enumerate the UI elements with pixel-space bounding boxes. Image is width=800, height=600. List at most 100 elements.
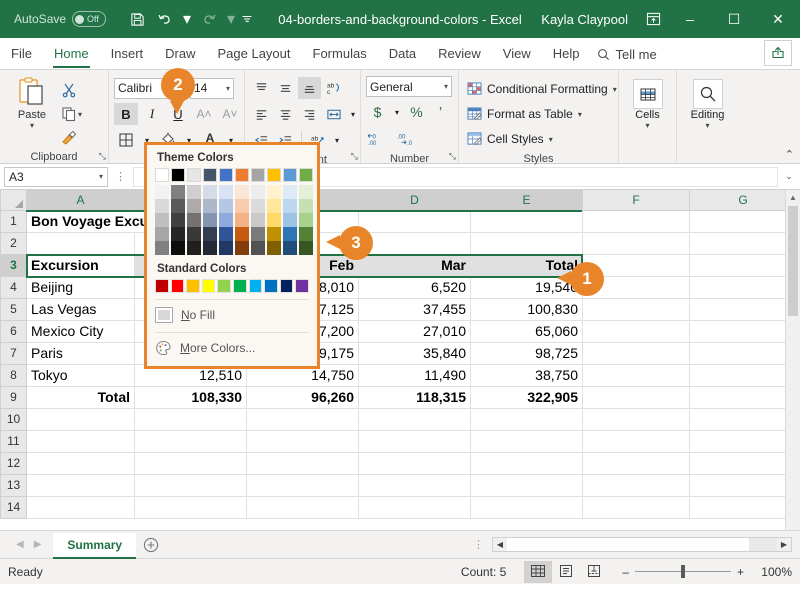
row-header-5[interactable]: 5: [1, 298, 27, 320]
increase-decimal-icon[interactable]: 0.00: [366, 128, 394, 150]
theme-color-swatch-6-6[interactable]: [235, 241, 249, 255]
cell-d12[interactable]: [359, 452, 471, 474]
page-layout-view-icon[interactable]: [552, 561, 580, 583]
wrap-text-dropdown-icon[interactable]: ▾: [330, 129, 344, 151]
align-right-icon[interactable]: [298, 103, 321, 125]
cell-d8[interactable]: 11,490: [359, 364, 471, 386]
row-header-4[interactable]: 4: [1, 276, 27, 298]
theme-color-swatch-7-5[interactable]: [251, 227, 265, 241]
theme-color-swatch-8-4[interactable]: [267, 213, 281, 227]
cell-g11[interactable]: [690, 430, 797, 452]
more-colors-menu-item[interactable]: More Colors...: [155, 337, 309, 359]
row-header-11[interactable]: 11: [1, 430, 27, 452]
horizontal-scrollbar[interactable]: ◀ ▶: [492, 537, 792, 552]
cell-a8[interactable]: Tokyo: [27, 364, 135, 386]
paste-button[interactable]: Paste ▾: [5, 75, 59, 130]
theme-color-swatch-6-5[interactable]: [235, 227, 249, 241]
cell-g3[interactable]: [690, 254, 797, 276]
theme-color-swatch-7-1[interactable]: [251, 168, 265, 182]
conditional-formatting-dropdown-icon[interactable]: ▾: [613, 85, 617, 94]
cell-e8[interactable]: 38,750: [471, 364, 583, 386]
currency-dropdown-icon[interactable]: ▾: [390, 101, 404, 123]
theme-color-swatch-7-3[interactable]: [251, 199, 265, 213]
theme-color-swatch-4-4[interactable]: [203, 213, 217, 227]
bold-button[interactable]: B: [114, 103, 138, 125]
cell-d6[interactable]: 27,010: [359, 320, 471, 342]
cell-c11[interactable]: [247, 430, 359, 452]
tab-view[interactable]: View: [492, 39, 542, 69]
theme-color-swatch-9-5[interactable]: [283, 227, 297, 241]
cell-f11[interactable]: [583, 430, 690, 452]
vertical-scrollbar[interactable]: ▲: [785, 190, 800, 530]
theme-color-swatch-4-5[interactable]: [203, 227, 217, 241]
cell-f6[interactable]: [583, 320, 690, 342]
format-as-table-button[interactable]: Format as Table ▾: [464, 102, 585, 126]
number-dialog-launcher[interactable]: ⤡: [449, 151, 456, 162]
theme-color-swatch-9-1[interactable]: [283, 168, 297, 182]
cell-f7[interactable]: [583, 342, 690, 364]
page-break-preview-icon[interactable]: [580, 561, 608, 583]
tab-draw[interactable]: Draw: [154, 39, 206, 69]
cell-a2[interactable]: [27, 232, 135, 254]
theme-color-swatch-3-1[interactable]: [187, 168, 201, 182]
cells-button[interactable]: Cells ▾: [624, 75, 671, 130]
theme-color-swatch-9-6[interactable]: [283, 241, 297, 255]
user-account-name[interactable]: Kayla Claypool: [541, 12, 628, 27]
theme-color-swatch-8-6[interactable]: [267, 241, 281, 255]
previous-sheet-icon[interactable]: ◀: [16, 539, 24, 550]
conditional-formatting-button[interactable]: Conditional Formatting ▾: [464, 77, 620, 101]
undo-icon[interactable]: [152, 6, 178, 32]
cell-g12[interactable]: [690, 452, 797, 474]
save-icon[interactable]: [124, 6, 150, 32]
standard-color-swatch-2[interactable]: [171, 279, 185, 293]
autosave-toggle[interactable]: AutoSave Off: [14, 11, 106, 27]
theme-color-swatch-6-2[interactable]: [235, 185, 249, 199]
normal-view-icon[interactable]: [524, 561, 552, 583]
zoom-slider[interactable]: [635, 571, 731, 572]
sheet-tab-splitter[interactable]: ⋮: [467, 538, 490, 551]
theme-color-swatch-4-3[interactable]: [203, 199, 217, 213]
tab-formulas[interactable]: Formulas: [302, 39, 378, 69]
copy-dropdown-icon[interactable]: ▾: [78, 110, 82, 119]
cell-g7[interactable]: [690, 342, 797, 364]
standard-color-swatch-5[interactable]: [217, 279, 231, 293]
cell-e6[interactable]: 65,060: [471, 320, 583, 342]
theme-color-swatch-1-1[interactable]: [155, 168, 169, 182]
theme-color-swatch-5-3[interactable]: [219, 199, 233, 213]
cell-g14[interactable]: [690, 496, 797, 518]
italic-button[interactable]: I: [140, 103, 164, 125]
cell-g10[interactable]: [690, 408, 797, 430]
standard-color-swatch-1[interactable]: [155, 279, 169, 293]
paste-dropdown-icon[interactable]: ▾: [30, 121, 34, 130]
row-header-12[interactable]: 12: [1, 452, 27, 474]
cell-a7[interactable]: Paris: [27, 342, 135, 364]
theme-color-swatch-2-3[interactable]: [171, 199, 185, 213]
cell-f5[interactable]: [583, 298, 690, 320]
redo-dropdown-icon[interactable]: ▾: [224, 6, 238, 32]
close-button[interactable]: ✕: [756, 0, 800, 38]
row-header-7[interactable]: 7: [1, 342, 27, 364]
orientation-icon[interactable]: abc: [322, 77, 345, 99]
percent-format-button[interactable]: %: [405, 101, 428, 123]
increase-font-size-button[interactable]: A˄: [192, 103, 216, 125]
theme-color-swatch-4-6[interactable]: [203, 241, 217, 255]
cell-c10[interactable]: [247, 408, 359, 430]
cell-d2[interactable]: [359, 232, 471, 254]
theme-color-swatch-2-5[interactable]: [171, 227, 185, 241]
format-as-table-dropdown-icon[interactable]: ▾: [578, 110, 582, 119]
editing-dropdown-icon[interactable]: ▾: [705, 121, 709, 130]
column-header-e[interactable]: E: [471, 190, 583, 210]
standard-color-swatch-7[interactable]: [249, 279, 263, 293]
standard-color-swatch-3[interactable]: [186, 279, 200, 293]
number-format-dropdown-icon[interactable]: ▾: [440, 82, 448, 91]
cell-b10[interactable]: [135, 408, 247, 430]
cell-g2[interactable]: [690, 232, 797, 254]
cell-e13[interactable]: [471, 474, 583, 496]
theme-color-swatch-7-6[interactable]: [251, 241, 265, 255]
cell-g8[interactable]: [690, 364, 797, 386]
theme-color-swatch-3-5[interactable]: [187, 227, 201, 241]
autosave-switch[interactable]: Off: [72, 11, 106, 27]
cell-a12[interactable]: [27, 452, 135, 474]
cell-g1[interactable]: [690, 210, 797, 232]
borders-icon[interactable]: [114, 129, 138, 151]
